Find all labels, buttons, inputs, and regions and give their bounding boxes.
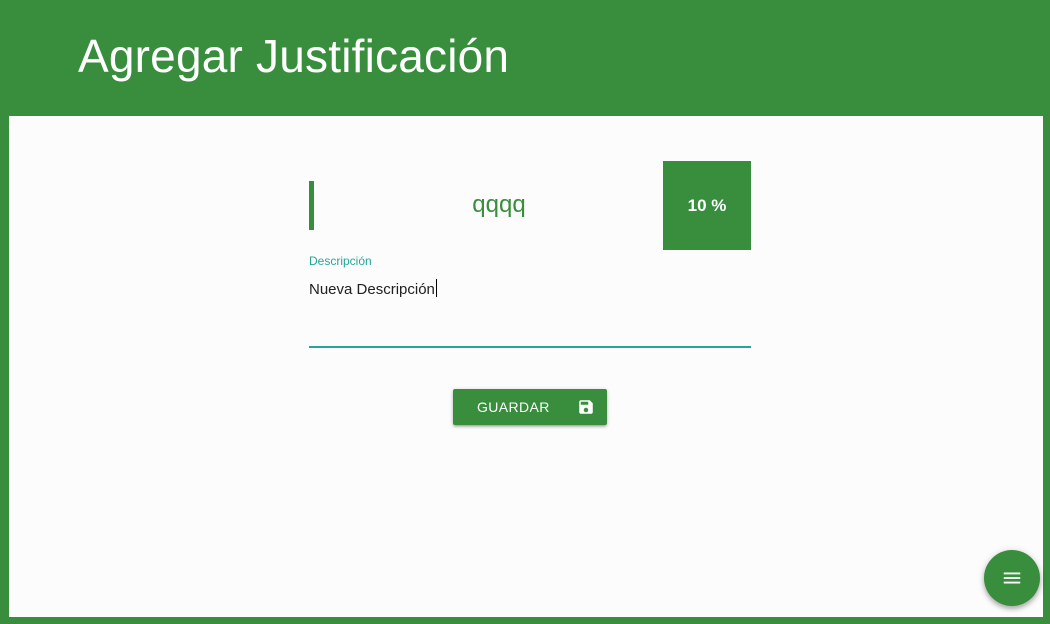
menu-fab-button[interactable] bbox=[984, 550, 1040, 606]
page-title: Agregar Justificación bbox=[78, 30, 510, 82]
description-field[interactable]: Descripción Nueva Descripción bbox=[309, 252, 751, 348]
percent-value: 10 % bbox=[687, 195, 727, 215]
text-cursor bbox=[435, 279, 437, 297]
save-button-label: GUARDAR bbox=[477, 399, 550, 415]
item-summary: qqqq 10 % bbox=[309, 161, 751, 250]
item-name: qqqq bbox=[472, 191, 526, 218]
save-button[interactable]: GUARDAR bbox=[453, 389, 607, 425]
description-underline bbox=[309, 346, 751, 348]
percent-badge: 10 % bbox=[663, 161, 751, 250]
floppy-disk-icon bbox=[579, 400, 593, 414]
app-header: Agregar Justificación bbox=[0, 0, 1050, 116]
description-input[interactable]: Nueva Descripción bbox=[309, 279, 437, 300]
description-value: Nueva Descripción bbox=[309, 281, 435, 298]
menu-icon bbox=[1003, 572, 1021, 584]
main-content: qqqq 10 % Descripción Nueva Descripción … bbox=[9, 116, 1043, 617]
description-label: Descripción bbox=[309, 254, 372, 268]
